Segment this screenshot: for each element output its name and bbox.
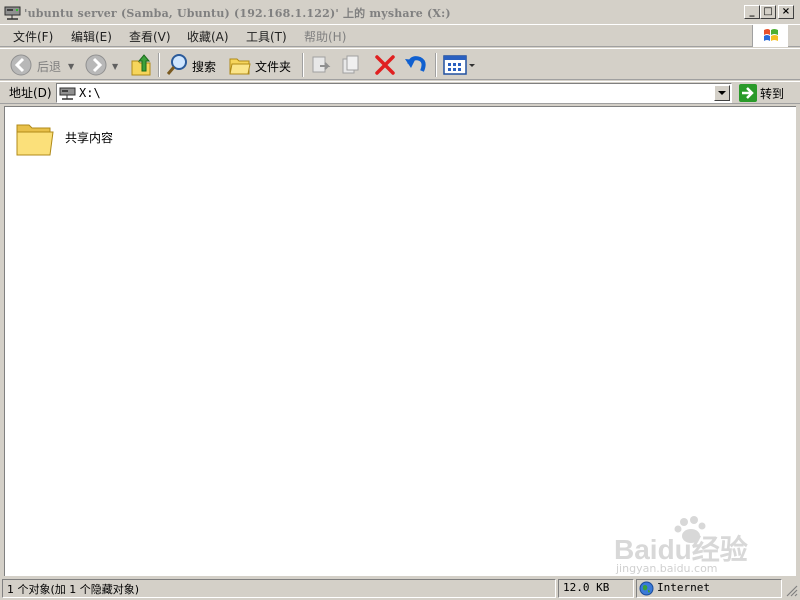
menu-favorites[interactable]: 收藏(A) [187,28,229,45]
minimize-button[interactable]: _ [744,5,760,19]
menu-help[interactable]: 帮助(H) [304,28,346,45]
globe-icon [639,581,654,596]
go-label: 转到 [760,87,785,101]
toolbar-separator [435,53,437,77]
search-label[interactable]: 搜索 [192,58,216,75]
watermark-url: jingyan.baidu.com [616,562,718,575]
list-item[interactable]: 共享内容 [15,119,135,161]
back-arrow-icon[interactable] [9,53,33,77]
folders-label[interactable]: 文件夹 [255,58,291,75]
address-label: 地址(D) [9,86,52,100]
back-dropdown-icon[interactable]: ▼ [68,62,74,71]
status-objects: 1 个对象(加 1 个隐藏对象) [7,583,140,596]
views-icon[interactable] [443,54,477,76]
title-bar[interactable]: 'ubuntu server (Samba, Ubuntu) (192.168.… [0,0,800,24]
windows-logo-icon [752,25,788,47]
menu-edit[interactable]: 编辑(E) [71,28,112,45]
folder-icon [15,119,55,159]
maximize-button[interactable]: □ [760,5,776,19]
undo-icon[interactable] [404,54,428,76]
menu-file[interactable]: 文件(F) [13,28,53,45]
forward-arrow-icon[interactable] [84,53,108,77]
toolbar-separator [302,53,304,77]
address-value[interactable]: X:\ [79,86,101,100]
forward-dropdown-icon[interactable]: ▼ [112,62,118,71]
status-size: 12.0 KB [563,581,610,594]
menu-view[interactable]: 查看(V) [129,28,171,45]
folder-name: 共享内容 [65,131,114,145]
window-title: 'ubuntu server (Samba, Ubuntu) (192.168.… [24,7,451,20]
file-view[interactable]: 共享内容 [4,106,796,576]
close-button[interactable]: × [778,5,794,19]
menu-bar: 文件(F) 编辑(E) 查看(V) 收藏(A) 工具(T) 帮助(H) [0,24,800,47]
status-size-panel: 12.0 KB [558,579,634,598]
network-drive-icon [4,4,22,20]
address-bar: 地址(D) X:\ 转到 [0,81,800,104]
resize-grip-icon[interactable] [784,583,798,597]
copy-to-icon[interactable] [340,54,362,76]
status-bar: 1 个对象(加 1 个隐藏对象) 12.0 KB Internet [0,577,800,600]
network-drive-icon [59,85,77,101]
status-zone-panel: Internet [636,579,782,598]
toolbar: 后退 ▼ ▼ 搜索 文件夹 [0,48,800,80]
toolbar-separator [158,53,160,77]
up-folder-icon[interactable] [130,53,152,77]
search-icon[interactable] [165,53,189,77]
status-objects-panel: 1 个对象(加 1 个隐藏对象) [2,579,556,598]
watermark: Baidu经验 jingyan.baidu.com [612,514,762,576]
back-label[interactable]: 后退 [37,58,61,75]
menu-tools[interactable]: 工具(T) [246,28,287,45]
folders-icon[interactable] [228,54,252,76]
go-button[interactable]: 转到 [738,83,792,103]
go-arrow-icon [739,84,757,102]
delete-icon[interactable] [374,54,396,76]
move-to-icon[interactable] [310,54,332,76]
status-zone: Internet [657,581,710,594]
address-input[interactable]: X:\ [56,83,732,103]
address-dropdown-button[interactable] [714,85,730,101]
